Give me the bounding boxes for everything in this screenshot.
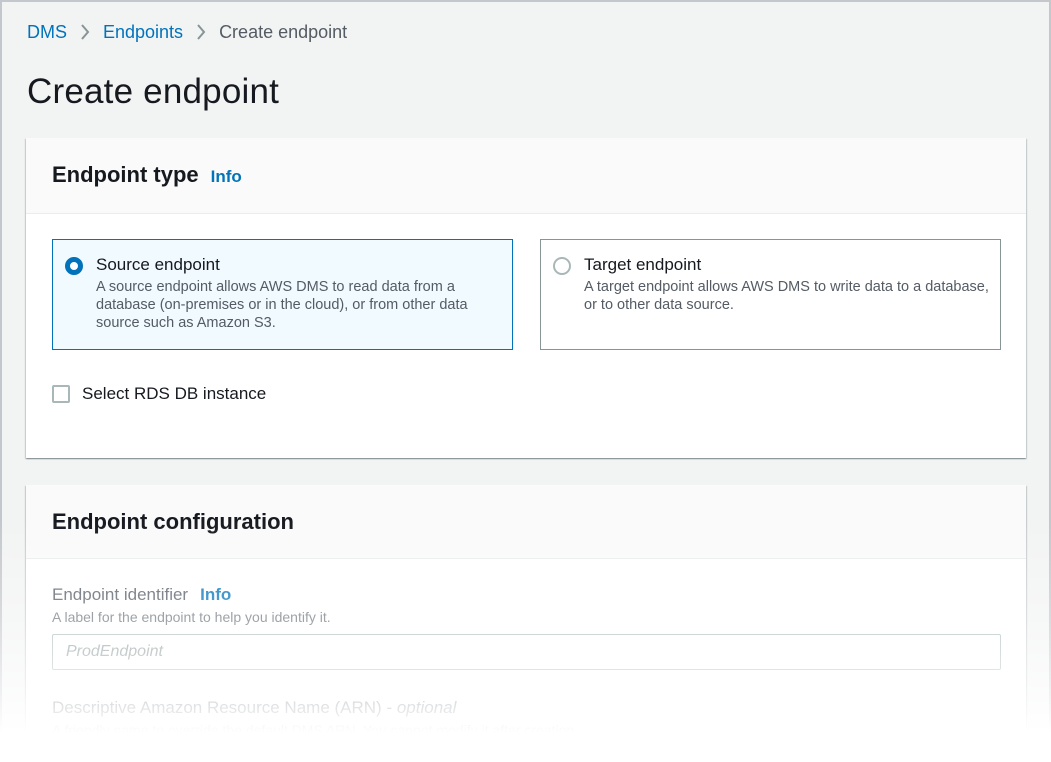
rds-db-instance-label: Select RDS DB instance (82, 384, 267, 403)
endpoint-identifier-info-link[interactable]: Info (200, 585, 231, 604)
endpoint-type-panel: Endpoint type Info Source endpoint A sour… (26, 138, 1026, 458)
panel-header: Endpoint configuration (26, 485, 1026, 559)
endpoint-identifier-label: Endpoint identifier Info (52, 585, 231, 605)
chevron-right-icon (67, 24, 103, 40)
breadcrumb: DMS Endpoints Create endpoint (27, 20, 347, 44)
page-title: Create endpoint (27, 72, 280, 111)
endpoint-identifier-description: A label for the endpoint to help you ide… (52, 609, 331, 625)
target-endpoint-label: Target endpoint (584, 255, 702, 274)
target-endpoint-tile[interactable]: Target endpoint A target endpoint allows… (540, 239, 1001, 350)
source-endpoint-label: Source endpoint (96, 255, 220, 274)
endpoint-identifier-input[interactable] (52, 634, 1001, 670)
arn-description: A friendly name to override the default … (52, 722, 579, 738)
breadcrumb-endpoints[interactable]: Endpoints (103, 22, 183, 43)
source-endpoint-tile[interactable]: Source endpoint A source endpoint allows… (52, 239, 513, 350)
endpoint-configuration-heading: Endpoint configuration (52, 509, 294, 534)
endpoint-identifier-label-text: Endpoint identifier (52, 585, 189, 604)
panel-title: Endpoint type Info (52, 162, 242, 188)
chevron-right-icon (183, 24, 219, 40)
breadcrumb-dms[interactable]: DMS (27, 22, 67, 43)
endpoint-type-info-link[interactable]: Info (211, 167, 242, 186)
arn-optional-label: optional (396, 698, 457, 717)
endpoint-type-heading: Endpoint type (52, 162, 199, 187)
breadcrumb-current: Create endpoint (219, 21, 348, 42)
page-frame: DMS Endpoints Create endpoint Create end… (0, 0, 1051, 760)
target-endpoint-description: A target endpoint allows AWS DMS to writ… (584, 279, 989, 313)
source-endpoint-radio[interactable] (65, 257, 83, 275)
source-endpoint-description: A source endpoint allows AWS DMS to read… (96, 279, 468, 331)
arn-label: Descriptive Amazon Resource Name (ARN) -… (52, 698, 456, 718)
arn-label-text: Descriptive Amazon Resource Name (ARN) - (52, 698, 397, 717)
panel-header: Endpoint type Info (26, 138, 1026, 214)
rds-db-instance-checkbox-row[interactable]: Select RDS DB instance (52, 384, 266, 404)
target-endpoint-radio[interactable] (553, 257, 571, 275)
endpoint-configuration-panel: Endpoint configuration Endpoint identifi… (26, 485, 1026, 760)
rds-db-instance-checkbox[interactable] (52, 385, 70, 403)
